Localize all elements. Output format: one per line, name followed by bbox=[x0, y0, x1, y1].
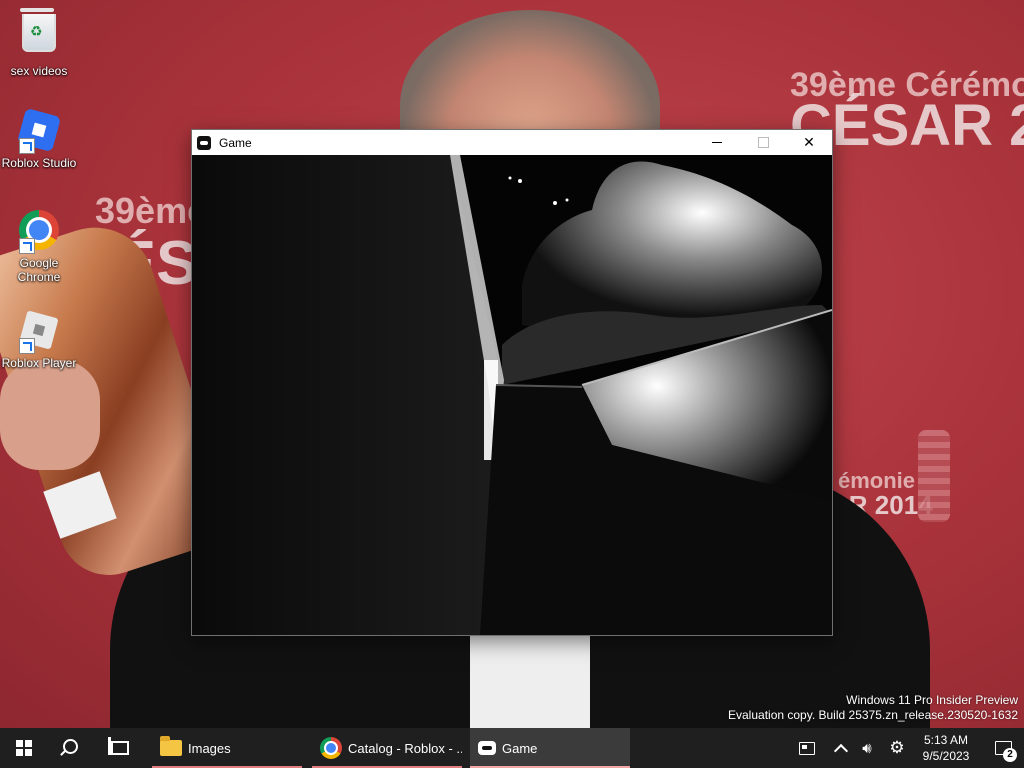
taskbar-app-images[interactable]: Images bbox=[152, 728, 302, 768]
clock-date: 9/5/2023 bbox=[922, 749, 970, 763]
minimize-button[interactable] bbox=[694, 130, 740, 155]
notification-count-badge: 2 bbox=[1003, 748, 1017, 762]
game-scene bbox=[192, 155, 832, 635]
close-button[interactable]: ✕ bbox=[786, 130, 832, 155]
taskbar-app-label: Catalog - Roblox - ... bbox=[348, 740, 462, 756]
close-icon: ✕ bbox=[803, 134, 815, 150]
news-icon bbox=[799, 741, 815, 755]
shortcut-arrow-icon bbox=[19, 238, 35, 254]
task-view-icon bbox=[108, 737, 129, 755]
taskbar-clock[interactable]: 5:13 AM 9/5/2023 bbox=[916, 732, 976, 764]
notification-center-button[interactable]: 2 bbox=[982, 728, 1024, 768]
task-view-button[interactable] bbox=[96, 728, 144, 768]
system-tray: 🔊︎ ⚙ 5:13 AM 9/5/2023 2 bbox=[794, 728, 1024, 768]
desktop-icon-label: Roblox Studio bbox=[1, 156, 77, 170]
window-title: Game bbox=[219, 135, 252, 150]
taskbar-app-label: Game bbox=[502, 740, 538, 756]
game-controller-icon bbox=[478, 741, 496, 755]
game-controller-icon bbox=[197, 135, 211, 150]
folder-icon bbox=[160, 736, 182, 756]
watermark-line: Windows 11 Pro Insider Preview bbox=[846, 693, 1018, 707]
recycle-bin-icon: ♻ bbox=[20, 8, 56, 52]
start-button[interactable] bbox=[0, 728, 48, 768]
chevron-up-icon bbox=[833, 743, 849, 758]
desktop-icon-label: sex videos bbox=[10, 64, 68, 78]
window-controls: ✕ bbox=[694, 130, 832, 155]
search-icon bbox=[62, 738, 78, 754]
desktop-icon-roblox-player[interactable]: Roblox Player bbox=[0, 306, 78, 370]
clock-time: 5:13 AM bbox=[923, 733, 969, 747]
desktop-icon-label: Google Chrome bbox=[17, 256, 61, 284]
search-button[interactable] bbox=[48, 728, 96, 768]
maximize-icon bbox=[757, 137, 769, 148]
watermark-line: Evaluation copy. Build 25375.zn_release.… bbox=[728, 708, 1018, 722]
taskbar-app-chrome[interactable]: Catalog - Roblox - ... bbox=[312, 728, 462, 768]
news-widget-button[interactable] bbox=[794, 728, 820, 768]
gear-icon: ⚙ bbox=[889, 738, 905, 757]
desktop-icon-label: Roblox Player bbox=[1, 356, 77, 370]
shortcut-arrow-icon bbox=[19, 338, 35, 354]
wallpaper-seal bbox=[918, 430, 950, 522]
taskbar-app-label: Images bbox=[188, 740, 231, 756]
speaker-icon: 🔊︎ bbox=[862, 739, 872, 757]
window-titlebar[interactable]: Game ✕ bbox=[192, 130, 832, 155]
minimize-icon bbox=[712, 142, 722, 143]
show-hidden-icons-button[interactable] bbox=[828, 728, 854, 768]
wallpaper-hand bbox=[0, 360, 100, 470]
windows-logo-icon bbox=[16, 740, 32, 756]
chrome-icon bbox=[320, 737, 342, 759]
taskbar: Images Catalog - Roblox - ... Game 🔊︎ ⚙ … bbox=[0, 728, 1024, 768]
desktop-icon-roblox-studio[interactable]: Roblox Studio bbox=[0, 106, 78, 170]
desktop-icon-recycle-bin[interactable]: ♻ sex videos bbox=[0, 8, 78, 78]
volume-button[interactable]: 🔊︎ bbox=[854, 728, 880, 768]
desktop-icon-google-chrome[interactable]: Google Chrome bbox=[0, 206, 78, 284]
shortcut-arrow-icon bbox=[19, 138, 35, 154]
game-window[interactable]: Game ✕ bbox=[192, 130, 832, 635]
wallpaper-shirt bbox=[470, 630, 590, 728]
game-viewport[interactable] bbox=[192, 155, 832, 635]
windows-watermark: Windows 11 Pro Insider Preview Evaluatio… bbox=[728, 693, 1018, 723]
settings-button[interactable]: ⚙ bbox=[884, 728, 910, 768]
game-left-wall bbox=[192, 155, 502, 635]
maximize-button[interactable] bbox=[740, 130, 786, 155]
taskbar-app-game[interactable]: Game bbox=[470, 728, 630, 768]
